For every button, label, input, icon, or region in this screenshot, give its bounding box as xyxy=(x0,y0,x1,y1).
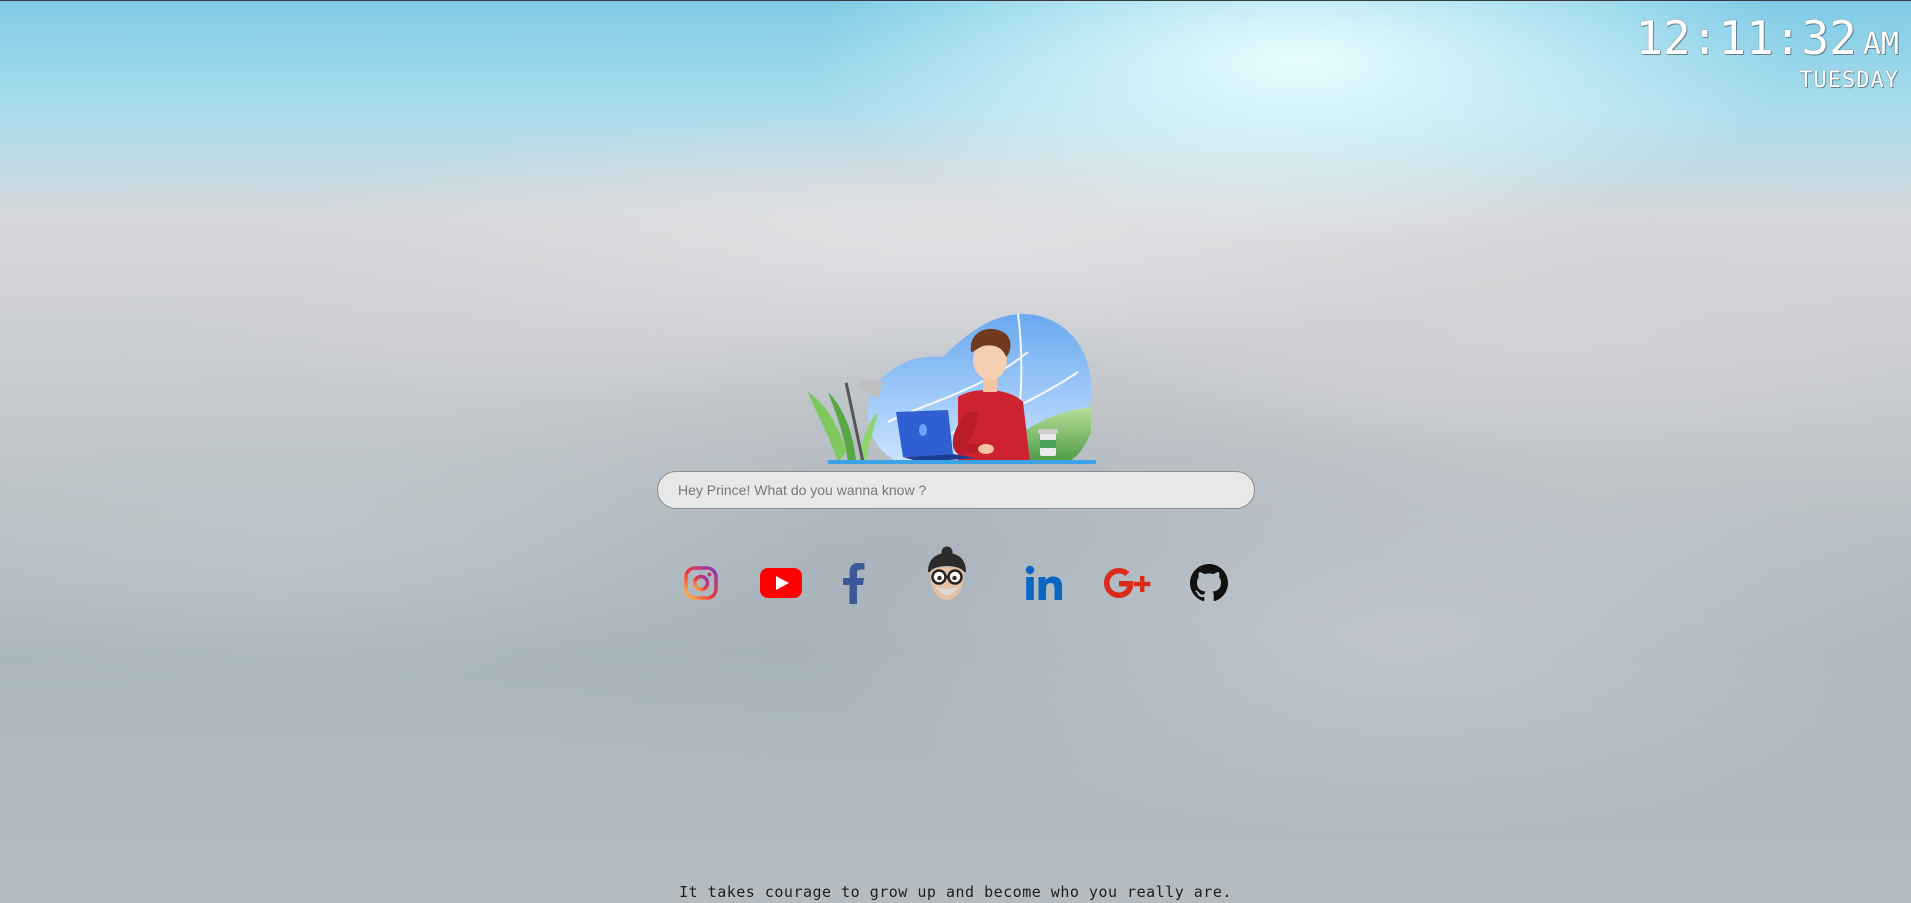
google-plus-icon xyxy=(1104,568,1151,598)
window-top-border xyxy=(0,0,1911,1)
facebook-link[interactable] xyxy=(838,561,868,605)
clock-widget: 12:11:32 AM TUESDAY xyxy=(1635,12,1899,94)
instagram-icon xyxy=(684,566,718,600)
youtube-icon xyxy=(760,568,802,598)
motivational-quote: It takes courage to grow up and become w… xyxy=(679,883,1232,901)
linkedin-icon xyxy=(1025,565,1062,600)
linkedin-link[interactable] xyxy=(1022,563,1066,603)
search-bar xyxy=(657,471,1255,509)
google-plus-link[interactable] xyxy=(1100,563,1156,603)
github-icon xyxy=(1190,564,1228,602)
hero-illustration xyxy=(808,312,1098,466)
facebook-icon xyxy=(843,563,865,604)
clock-ampm: AM xyxy=(1862,27,1899,62)
person-working-at-laptop-illustration xyxy=(808,313,1096,464)
clock-time-row: 12:11:32 AM xyxy=(1635,12,1899,64)
github-link[interactable] xyxy=(1187,561,1231,605)
clock-time: 12:11:32 xyxy=(1635,11,1857,65)
avatar-link[interactable] xyxy=(919,545,975,607)
social-links-row xyxy=(675,545,1245,621)
clock-day: TUESDAY xyxy=(1799,68,1899,93)
youtube-link[interactable] xyxy=(757,563,805,603)
search-input[interactable] xyxy=(657,471,1255,509)
memoji-avatar-icon xyxy=(928,546,966,600)
instagram-link[interactable] xyxy=(681,563,721,603)
